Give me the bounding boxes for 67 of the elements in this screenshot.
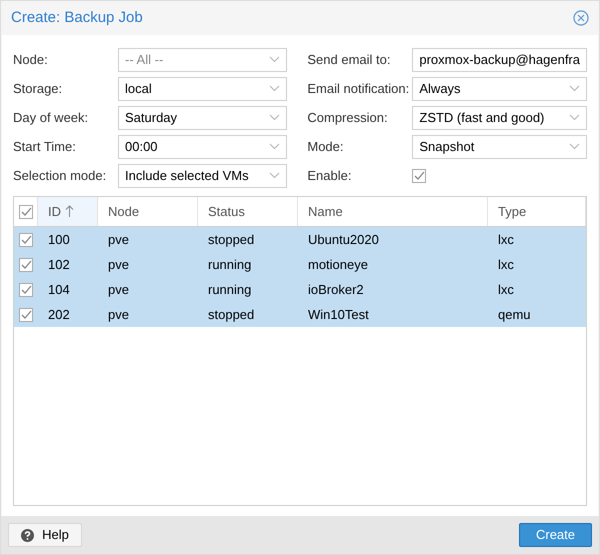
table-cell-text: pve — [108, 306, 129, 324]
field-label: Start Time: — [13, 139, 77, 154]
table-cell-text: lxc — [498, 230, 514, 249]
column-header[interactable]: ID — [38, 197, 98, 226]
select-field[interactable]: ZSTD (fast and good) — [412, 106, 587, 130]
help-icon — [21, 528, 34, 542]
table-row[interactable]: 102 pve running motioneye lxc — [14, 252, 586, 277]
table-cell-text: 202 — [48, 306, 70, 324]
table-cell-text: Ubuntu2020 — [308, 230, 379, 249]
column-header[interactable]: Name — [298, 197, 488, 226]
table-cell-text: Win10Test — [308, 306, 369, 324]
help-button[interactable]: Help — [8, 523, 82, 547]
table-cell-text: pve — [108, 230, 129, 249]
table-cell-text: 104 — [48, 280, 70, 299]
select-field[interactable]: 00:00 — [118, 134, 288, 158]
field-label: Mode: — [307, 139, 345, 154]
table-cell-text: ioBroker2 — [308, 280, 364, 299]
row-checkbox[interactable] — [19, 258, 33, 272]
select-all-checkbox[interactable] — [18, 204, 32, 218]
column-header[interactable]: Type — [488, 197, 586, 226]
field-label: Email notification: — [307, 81, 410, 96]
table-cell-text: motioneye — [308, 256, 368, 274]
caret-icon — [269, 172, 280, 179]
caret-icon — [569, 114, 580, 121]
field-label: Send email to: — [307, 52, 392, 67]
window-title: Create: Backup Job — [11, 8, 143, 28]
table-cell-text: running — [208, 280, 252, 299]
caret-icon — [269, 85, 280, 92]
caret-icon — [269, 143, 280, 150]
field-label: Storage: — [13, 81, 64, 96]
row-checkbox[interactable] — [19, 308, 33, 322]
table-cell-text: pve — [108, 280, 129, 299]
caret-icon — [269, 114, 280, 121]
table-cell-text: running — [208, 256, 252, 274]
column-header[interactable]: Node — [98, 197, 198, 226]
select-field[interactable]: local — [118, 76, 288, 100]
field-label: Enable: — [307, 168, 352, 183]
column-header[interactable]: Status — [198, 197, 298, 226]
field-label: Compression: — [307, 110, 389, 125]
caret-icon — [269, 56, 280, 63]
close-icon[interactable] — [573, 10, 589, 26]
table-row[interactable]: 100 pve stopped Ubuntu2020 lxc — [14, 227, 586, 252]
sort-up-icon — [65, 205, 74, 218]
enable-checkbox[interactable] — [412, 168, 426, 182]
field-label: Selection mode: — [13, 168, 108, 183]
table-cell-text: 102 — [48, 256, 70, 274]
select-field[interactable]: Include selected VMs — [118, 164, 288, 188]
table-row[interactable]: 202 pve stopped Win10Test qemu — [14, 302, 586, 327]
field-label: Node: — [13, 52, 49, 67]
table-cell-text: stopped — [208, 230, 254, 249]
caret-icon — [569, 143, 580, 150]
row-checkbox[interactable] — [19, 282, 33, 296]
table-cell-text: pve — [108, 256, 129, 274]
select-field[interactable]: Snapshot — [412, 134, 587, 158]
select-field[interactable]: -- All -- — [118, 48, 288, 72]
table-cell-text: lxc — [498, 256, 514, 274]
table-row[interactable]: 104 pve running ioBroker2 lxc — [14, 277, 586, 302]
table-cell-text: stopped — [208, 306, 254, 324]
table-cell-text: lxc — [498, 280, 514, 299]
field-label: Day of week: — [13, 110, 90, 125]
row-checkbox[interactable] — [19, 232, 33, 246]
table-cell-text: qemu — [498, 306, 531, 324]
email-field[interactable]: proxmox-backup@hagenfra — [412, 48, 587, 72]
select-field[interactable]: Saturday — [118, 106, 288, 130]
caret-icon — [569, 85, 580, 92]
table-cell-text: 100 — [48, 230, 70, 249]
select-field[interactable]: Always — [412, 76, 587, 100]
